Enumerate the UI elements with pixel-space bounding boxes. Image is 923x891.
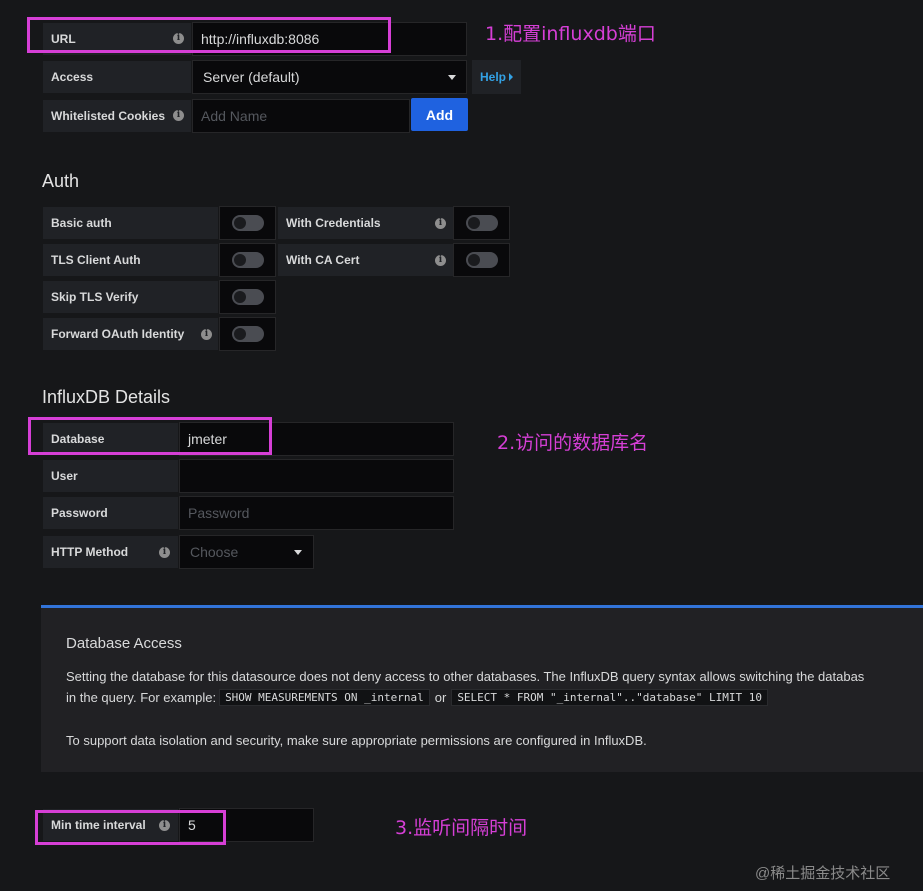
skip-tls-verify-text: Skip TLS Verify <box>51 290 139 304</box>
info-icon[interactable]: i <box>201 329 212 340</box>
caret-down-icon <box>294 550 302 555</box>
password-placeholder: Password <box>188 505 250 521</box>
annotation-database-name: 2.访问的数据库名 <box>497 432 649 454</box>
skip-tls-verify-toggle[interactable] <box>232 289 264 305</box>
database-access-title: Database Access <box>66 635 182 652</box>
http-method-label-text: HTTP Method <box>51 545 129 559</box>
info-icon[interactable]: i <box>435 218 446 229</box>
auth-heading: Auth <box>42 171 80 191</box>
tls-client-auth-text: TLS Client Auth <box>51 253 141 267</box>
database-access-line3: To support data isolation and security, … <box>66 733 647 748</box>
with-credentials-label: With Credentials <box>277 206 454 240</box>
with-credentials-text: With Credentials <box>286 216 381 230</box>
cookie-name-input[interactable]: Add Name <box>192 99 410 133</box>
password-label-text: Password <box>51 506 108 520</box>
basic-auth-label: Basic auth <box>42 206 219 240</box>
forward-oauth-label: Forward OAuth Identity <box>42 317 219 351</box>
line2-or: or <box>434 690 447 705</box>
forward-oauth-text: Forward OAuth Identity <box>51 327 185 341</box>
caret-right-icon <box>509 73 513 81</box>
access-select[interactable]: Server (default) <box>192 60 467 94</box>
with-ca-cert-text: With CA Cert <box>286 253 360 267</box>
access-label: Access <box>42 60 192 94</box>
cookie-name-placeholder: Add Name <box>201 108 268 124</box>
annotation-interval: 3.监听间隔时间 <box>395 817 528 839</box>
info-icon[interactable]: i <box>173 110 184 121</box>
basic-auth-text: Basic auth <box>51 216 112 230</box>
user-label: User <box>42 459 179 493</box>
tls-client-auth-label: TLS Client Auth <box>42 243 219 277</box>
info-icon[interactable]: i <box>159 547 170 558</box>
code-snippet-show-measurements: SHOW MEASUREMENTS ON _internal <box>219 689 430 706</box>
password-input[interactable]: Password <box>179 496 454 530</box>
access-label-text: Access <box>51 70 94 84</box>
help-button[interactable]: Help <box>472 60 521 94</box>
with-ca-cert-label: With CA Cert <box>277 243 454 277</box>
highlight-database <box>28 417 272 455</box>
tls-client-auth-toggle[interactable] <box>232 252 264 268</box>
database-access-line1: Setting the database for this datasource… <box>66 669 865 684</box>
line2-prefix: in the query. For example: <box>66 690 217 705</box>
influxdb-details-heading: InfluxDB Details <box>42 387 171 407</box>
caret-down-icon <box>448 75 456 80</box>
add-label: Add <box>425 106 454 123</box>
cookies-label-text: Whitelisted Cookies <box>51 109 166 123</box>
add-cookie-button[interactable]: Add <box>411 98 468 131</box>
access-select-value: Server (default) <box>203 69 300 85</box>
code-snippet-select: SELECT * FROM "_internal".."database" LI… <box>451 689 768 706</box>
database-access-line2: in the query. For example: SHOW MEASUREM… <box>66 689 771 706</box>
user-label-text: User <box>51 469 78 483</box>
skip-tls-verify-label: Skip TLS Verify <box>42 280 219 314</box>
help-label: Help <box>479 70 506 84</box>
highlight-url <box>27 17 391 53</box>
user-input[interactable] <box>179 459 454 493</box>
watermark: @稀土掘金技术社区 <box>755 865 891 882</box>
password-label: Password <box>42 496 179 530</box>
forward-oauth-toggle[interactable] <box>232 326 264 342</box>
database-access-box: Database Access Setting the database for… <box>41 605 923 772</box>
basic-auth-toggle[interactable] <box>232 215 264 231</box>
cookies-label: Whitelisted Cookies <box>42 99 192 133</box>
http-method-placeholder: Choose <box>190 544 239 560</box>
annotation-url-port: 1.配置influxdb端口 <box>485 23 656 45</box>
highlight-interval <box>35 810 226 845</box>
info-icon[interactable]: i <box>435 255 446 266</box>
with-credentials-toggle[interactable] <box>466 215 498 231</box>
with-ca-cert-toggle[interactable] <box>466 252 498 268</box>
